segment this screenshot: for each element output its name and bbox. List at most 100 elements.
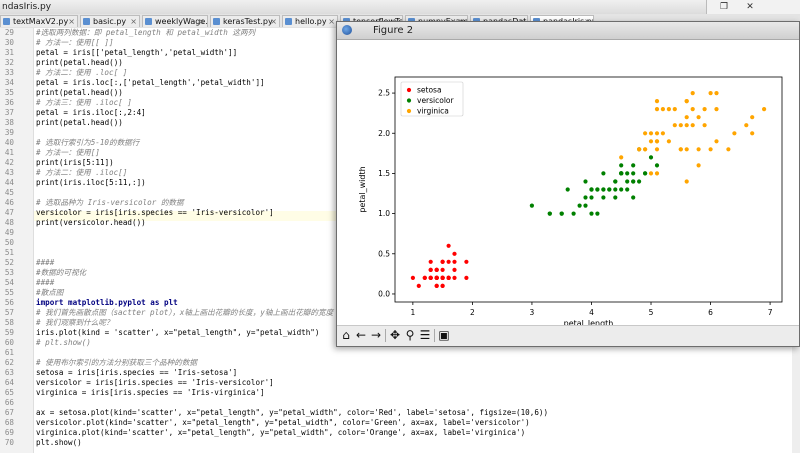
tab-close-icon[interactable]: × (130, 16, 137, 27)
navigation-toolbar: ⌂ ← → ✥ ⚲ ☰ ▣ (337, 325, 799, 346)
line-number: 41 (4, 148, 14, 157)
versicolor-point (559, 211, 564, 216)
virginica-point (708, 91, 713, 96)
versicolor-point (619, 171, 624, 176)
pan-icon[interactable]: ✥ (388, 328, 402, 343)
python-file-icon (83, 18, 90, 25)
figure-window[interactable]: Figure 2 1 2 3 4 5 6 7 0.0 0.5 1.0 1.5 2.0 2.5 petal_… (336, 21, 800, 347)
virginica-point (654, 139, 660, 144)
virginica-point (732, 131, 737, 136)
figure-titlebar[interactable]: Figure 2 (337, 22, 799, 40)
versicolor-point (583, 203, 588, 208)
setosa-point (416, 283, 421, 288)
line-number: 55 (4, 288, 14, 297)
window-controls: ❐ ✕ (706, 0, 800, 14)
code-line: # plt.show() (36, 338, 91, 347)
code-line: #### (36, 258, 55, 267)
line-number: 34 (4, 78, 14, 87)
tab-textmaxv2-py[interactable]: textMaxV2.py × (0, 15, 78, 27)
versicolor-point (637, 179, 642, 184)
virginica-point (654, 171, 660, 176)
line-number: 47 (4, 208, 14, 217)
line-number: 53 (4, 268, 14, 277)
forward-arrow-icon[interactable]: → (369, 328, 383, 343)
versicolor-point (529, 203, 534, 208)
versicolor-point (583, 179, 588, 184)
line-number: 67 (4, 408, 14, 417)
code-line: # 我们观察到什么呢？ (36, 318, 114, 327)
home-icon[interactable]: ⌂ (339, 328, 353, 343)
tab-close-icon[interactable]: × (68, 16, 75, 27)
window-close-icon[interactable]: ✕ (743, 0, 757, 14)
setosa-point (410, 275, 415, 280)
configure-subplots-icon[interactable]: ☰ (418, 328, 432, 343)
back-arrow-icon[interactable]: ← (354, 328, 368, 343)
tab-kerastest-py[interactable]: kerasTest.py × (210, 15, 280, 27)
code-line: print(versicolor.head()) (36, 218, 146, 227)
tab-basic-py[interactable]: basic.py × (80, 15, 140, 27)
figure-title: Figure 2 (373, 25, 414, 36)
toolbar-separator (434, 329, 435, 342)
line-number: 57 (4, 308, 14, 317)
x-tick-label: 6 (708, 308, 713, 317)
tab-label: basic.py (93, 17, 127, 26)
tab-close-icon[interactable]: × (270, 16, 277, 27)
virginica-point (684, 115, 689, 120)
y-tick-label: 1.0 (378, 209, 390, 218)
tab-hello-py[interactable]: hello.py × (282, 15, 338, 27)
line-number: 43 (4, 168, 14, 177)
line-number: 29 (4, 28, 14, 37)
virginica-point (696, 163, 701, 168)
code-line: print(petal.head()) (36, 58, 123, 67)
virginica-point (648, 171, 654, 176)
python-file-icon (3, 18, 10, 25)
virginica-point (648, 131, 654, 136)
setosa-point (434, 267, 439, 272)
versicolor-point (607, 187, 612, 192)
setosa-point (464, 275, 469, 280)
versicolor-point (643, 171, 648, 176)
virginica-point (744, 123, 749, 128)
line-number: 32 (4, 58, 14, 67)
save-icon[interactable]: ▣ (437, 328, 451, 343)
virginica-point (684, 123, 689, 128)
line-number: 65 (4, 388, 14, 397)
virginica-point (654, 99, 660, 104)
versicolor-point (571, 211, 576, 216)
line-number: 62 (4, 358, 14, 367)
versicolor-point (583, 195, 588, 200)
line-number: 68 (4, 418, 14, 427)
code-line: print(petal.head()) (36, 118, 123, 127)
versicolor-point (565, 187, 570, 192)
line-number: 61 (4, 348, 14, 357)
line-number: 46 (4, 198, 14, 207)
versicolor-point (577, 203, 582, 208)
virginica-point (714, 139, 719, 144)
code-line: #### (36, 278, 55, 287)
y-tick-label: 0.0 (378, 290, 390, 299)
legend-label: versicolor (417, 96, 455, 105)
line-number: 48 (4, 218, 14, 227)
tab-close-icon[interactable]: × (198, 16, 205, 27)
virginica-point (643, 131, 648, 136)
scatter-plot[interactable]: 1 2 3 4 5 6 70.00.51.01.52.02.5petal_lengthpet… (337, 39, 799, 326)
setosa-point (440, 259, 445, 264)
line-number: 45 (4, 188, 14, 197)
line-number: 35 (4, 88, 14, 97)
code-line: print(petal.head()) (36, 88, 123, 97)
virginica-point (684, 99, 689, 104)
tab-close-icon[interactable]: × (328, 16, 335, 27)
code-line: # 方法二：使用 .iloc[] (36, 168, 128, 177)
virginica-point (678, 123, 683, 128)
code-line: iris.plot(kind = 'scatter', x="petal_len… (36, 328, 320, 337)
setosa-point (464, 259, 469, 264)
legend-marker (406, 87, 412, 93)
ide-topbar: ndasIris.py (0, 0, 800, 15)
code-line: # 我们首先画散点图（sactter plot），x轴上画出花瓣的长度，y轴上画… (36, 308, 334, 317)
line-number: 66 (4, 398, 14, 407)
versicolor-point (613, 195, 618, 200)
tab-weeklywage-py[interactable]: weeklyWage.py× (142, 15, 208, 27)
restore-icon[interactable]: ❐ (717, 0, 731, 14)
code-line: #数据的可视化 (36, 268, 87, 277)
zoom-icon[interactable]: ⚲ (403, 328, 417, 343)
